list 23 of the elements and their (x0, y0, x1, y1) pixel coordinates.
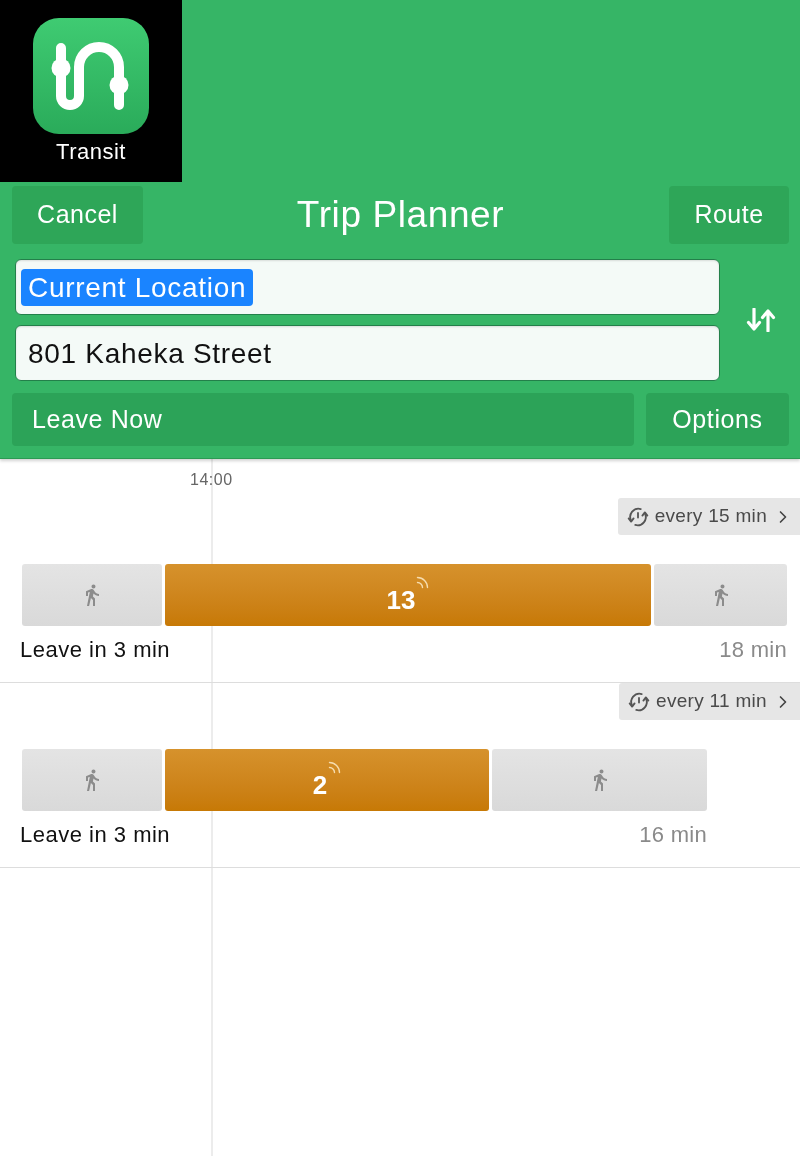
repeat-clock-icon (626, 505, 649, 528)
app-icon (33, 18, 149, 134)
cancel-button[interactable]: Cancel (12, 186, 143, 244)
route-button[interactable]: Route (669, 186, 789, 244)
departure-text: Leave in 3 min (20, 637, 171, 663)
route-number: 13 (386, 584, 416, 615)
repeat-clock-icon (628, 690, 651, 713)
frequency-text: every 11 min (656, 689, 767, 714)
destination-field[interactable]: 801 Kaheka Street (15, 325, 720, 381)
app-name: Transit (56, 138, 126, 166)
frequency-button[interactable]: every 15 min (617, 498, 800, 535)
time-label: 14:00 (190, 471, 233, 488)
departure-text: Leave in 3 min (20, 822, 171, 848)
route-number: 2 (312, 769, 328, 800)
origin-field[interactable]: Current Location (15, 259, 720, 315)
frequency-text: every 15 min (654, 504, 767, 529)
leave-now-button[interactable]: Leave Now (12, 393, 634, 446)
swap-arrows-icon[interactable] (745, 308, 776, 332)
options-button[interactable]: Options (646, 393, 789, 446)
page-title: Trip Planner (296, 193, 505, 237)
trip-duration: 16 min (639, 822, 707, 848)
trip-duration: 18 min (719, 637, 787, 663)
frequency-button[interactable]: every 11 min (619, 683, 800, 720)
